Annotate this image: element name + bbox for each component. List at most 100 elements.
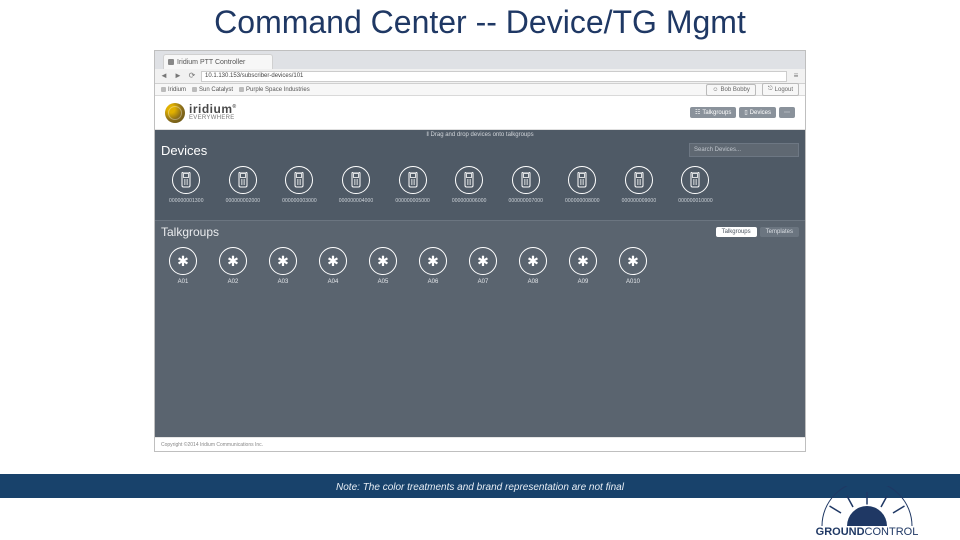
nav-tab-talkgroups[interactable]: ☷ Talkgroups	[690, 107, 736, 118]
device-item[interactable]: 000000010000	[678, 166, 713, 204]
brand-logo: iridium® EVERYWHERE	[165, 103, 237, 123]
talkgroups-section: Talkgroups Talkgroups Templates ✱ A01 ✱ A0…	[155, 220, 805, 437]
forward-button[interactable]: ►	[173, 71, 183, 81]
phone-icon	[342, 166, 370, 194]
back-button[interactable]: ◄	[159, 71, 169, 81]
browser-tab-strip: Iridium PTT Controller	[155, 51, 805, 69]
device-label: 000000003000	[282, 198, 317, 204]
asterisk-icon: ✱	[469, 247, 497, 275]
talkgroup-item[interactable]: ✱ A01	[169, 247, 197, 285]
device-item[interactable]: 000000004000	[339, 166, 374, 204]
phone-icon	[625, 166, 653, 194]
phone-icon	[512, 166, 540, 194]
device-label: 000000002000	[226, 198, 261, 204]
copyright-text: Copyright ©2014 Iridium Communications I…	[155, 437, 805, 451]
talkgroup-label: A03	[278, 279, 289, 285]
bookmark-item[interactable]: Iridium	[161, 87, 186, 93]
ground-control-logo: GROUNDCONTROL	[792, 486, 942, 538]
slide-title: Command Center -- Device/TG Mgmt	[0, 4, 960, 41]
talkgroup-label: A08	[528, 279, 539, 285]
asterisk-icon: ✱	[169, 247, 197, 275]
device-item[interactable]: 000000009000	[622, 166, 657, 204]
nav-tab-devices[interactable]: ▯ Devices	[739, 107, 776, 118]
device-label: 000000007000	[508, 198, 543, 204]
devices-row: 000000001300 000000002000 000000003000 0…	[155, 160, 805, 214]
tab-templates[interactable]: Templates	[760, 227, 799, 237]
talkgroup-item[interactable]: ✱ A07	[469, 247, 497, 285]
device-label: 000000005000	[395, 198, 430, 204]
device-label: 000000001300	[169, 198, 204, 204]
bookmark-item[interactable]: Purple Space Industries	[239, 87, 310, 93]
device-label: 000000004000	[339, 198, 374, 204]
device-label: 000000008000	[565, 198, 600, 204]
talkgroups-row: ✱A01 ✱A02 ✱A03 ✱A04 ✱A05 ✱A06 ✱A07 ✱A08 …	[155, 239, 805, 293]
phone-icon	[681, 166, 709, 194]
tab-title: Iridium PTT Controller	[177, 59, 245, 66]
devices-title: Devices	[161, 143, 207, 158]
url-field[interactable]: 10.1.130.153/subscriber-devices/101	[201, 71, 787, 82]
asterisk-icon: ✱	[569, 247, 597, 275]
device-item[interactable]: 000000003000	[282, 166, 317, 204]
brand-name: iridium®	[189, 103, 237, 115]
talkgroup-label: A05	[378, 279, 389, 285]
phone-icon	[568, 166, 596, 194]
talkgroup-item[interactable]: ✱ A06	[419, 247, 447, 285]
svg-text:GROUNDCONTROL: GROUNDCONTROL	[816, 526, 919, 538]
reload-button[interactable]: ⟳	[187, 71, 197, 81]
app-body: ‖ Drag and drop devices onto talkgroups …	[155, 130, 805, 437]
talkgroup-item[interactable]: ✱ A05	[369, 247, 397, 285]
address-bar: ◄ ► ⟳ 10.1.130.153/subscriber-devices/10…	[155, 69, 805, 84]
talkgroups-title: Talkgroups	[161, 225, 219, 239]
logout-link[interactable]: ⎋ Logout	[762, 83, 799, 96]
talkgroup-item[interactable]: ✱ A03	[269, 247, 297, 285]
talkgroup-item[interactable]: ✱ A08	[519, 247, 547, 285]
talkgroup-item[interactable]: ✱ A02	[219, 247, 247, 285]
favicon	[168, 59, 174, 65]
talkgroup-label: A02	[228, 279, 239, 285]
asterisk-icon: ✱	[369, 247, 397, 275]
nav-overflow[interactable]: ⋯	[779, 107, 795, 118]
tab-talkgroups[interactable]: Talkgroups	[716, 227, 757, 237]
menu-button[interactable]: ≡	[791, 71, 801, 81]
talkgroup-label: A06	[428, 279, 439, 285]
search-devices-input[interactable]: Search Devices...	[689, 143, 799, 157]
device-label: 000000010000	[678, 198, 713, 204]
browser-window: Iridium PTT Controller ◄ ► ⟳ 10.1.130.15…	[154, 50, 806, 452]
asterisk-icon: ✱	[419, 247, 447, 275]
talkgroup-item[interactable]: ✱ A09	[569, 247, 597, 285]
bookmark-item[interactable]: Sun Catalyst	[192, 87, 233, 93]
device-item[interactable]: 000000006000	[452, 166, 487, 204]
browser-tab[interactable]: Iridium PTT Controller	[163, 54, 273, 69]
talkgroup-label: A04	[328, 279, 339, 285]
asterisk-icon: ✱	[319, 247, 347, 275]
device-item[interactable]: 000000002000	[226, 166, 261, 204]
drag-hint: ‖ Drag and drop devices onto talkgroups	[155, 130, 805, 140]
devices-header: Devices Search Devices...	[155, 140, 805, 160]
app-header: iridium® EVERYWHERE ☷ Talkgroups ▯ Devic…	[155, 96, 805, 130]
talkgroup-label: A010	[626, 279, 640, 285]
phone-icon	[285, 166, 313, 194]
talkgroup-item[interactable]: ✱ A010	[619, 247, 647, 285]
talkgroup-label: A09	[578, 279, 589, 285]
asterisk-icon: ✱	[519, 247, 547, 275]
talkgroup-item[interactable]: ✱ A04	[319, 247, 347, 285]
talkgroup-label: A07	[478, 279, 489, 285]
user-chip[interactable]: ☺ Bob Bobby	[706, 84, 756, 96]
device-label: 000000009000	[622, 198, 657, 204]
phone-icon	[399, 166, 427, 194]
brand-tagline: EVERYWHERE	[189, 115, 237, 121]
bookmark-bar: Iridium Sun Catalyst Purple Space Indust…	[155, 84, 805, 96]
phone-icon	[172, 166, 200, 194]
phone-icon	[229, 166, 257, 194]
phone-icon	[455, 166, 483, 194]
brand-swirl-icon	[165, 103, 185, 123]
asterisk-icon: ✱	[219, 247, 247, 275]
device-item[interactable]: 000000008000	[565, 166, 600, 204]
device-label: 000000006000	[452, 198, 487, 204]
device-item[interactable]: 000000001300	[169, 166, 204, 204]
talkgroup-label: A01	[178, 279, 189, 285]
asterisk-icon: ✱	[269, 247, 297, 275]
device-item[interactable]: 000000005000	[395, 166, 430, 204]
asterisk-icon: ✱	[619, 247, 647, 275]
device-item[interactable]: 000000007000	[508, 166, 543, 204]
